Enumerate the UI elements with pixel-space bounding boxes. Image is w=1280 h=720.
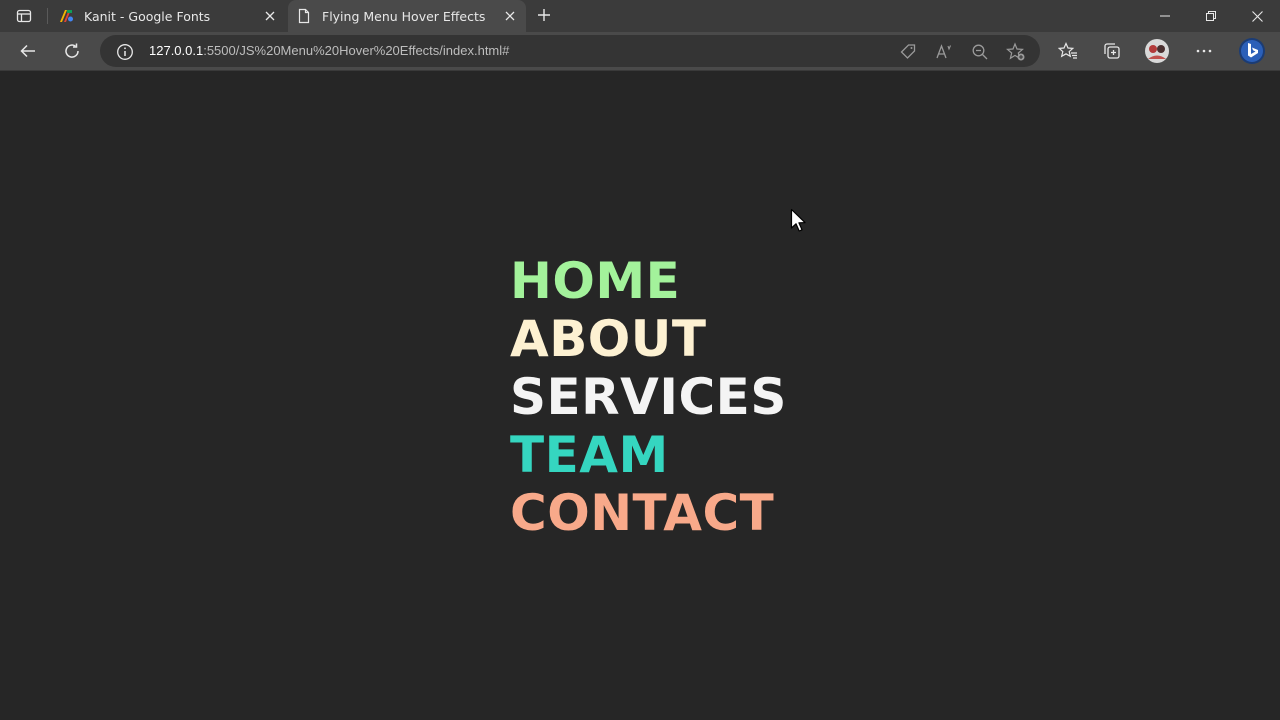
url-path: :5500/JS%20Menu%20Hover%20Effects/index.…	[203, 43, 510, 58]
close-window-button[interactable]	[1234, 0, 1280, 32]
tab-title: Flying Menu Hover Effects	[322, 8, 486, 24]
collections-icon	[1104, 43, 1120, 59]
flying-menu: HOME ABOUT SERVICES TEAM CONTACT	[510, 252, 787, 542]
menu-link-contact[interactable]: CONTACT	[510, 484, 774, 542]
menu-item-services: SERVICES	[510, 368, 787, 426]
new-tab-button[interactable]	[533, 4, 555, 26]
tab-title: Kanit - Google Fonts	[84, 8, 211, 24]
tab-close-button[interactable]	[260, 6, 280, 26]
bing-copilot-button[interactable]	[1236, 35, 1268, 67]
url-text[interactable]: 127.0.0.1:5500/JS%20Menu%20Hover%20Effec…	[149, 43, 509, 58]
google-fonts-icon	[60, 10, 73, 22]
menu-item-home: HOME	[510, 252, 787, 310]
tab-kanit-google-fonts[interactable]: Kanit - Google Fonts	[50, 0, 286, 32]
zoom-out-icon	[972, 44, 988, 60]
settings-more-button[interactable]	[1188, 35, 1220, 67]
url-host: 127.0.0.1	[149, 43, 204, 58]
add-favorite-button[interactable]	[1006, 42, 1026, 62]
refresh-icon	[65, 43, 79, 58]
avatar-icon	[1145, 39, 1169, 63]
restore-button[interactable]	[1188, 0, 1234, 32]
page-icon	[298, 8, 310, 24]
toolbar-divider	[0, 70, 1280, 71]
tag-icon	[900, 44, 916, 59]
minimize-icon	[1160, 15, 1170, 17]
menu-link-team[interactable]: TEAM	[510, 426, 669, 484]
refresh-button[interactable]	[56, 35, 88, 67]
address-bar[interactable]: 127.0.0.1:5500/JS%20Menu%20Hover%20Effec…	[100, 35, 1040, 67]
menu-link-about[interactable]: ABOUT	[510, 310, 707, 368]
tab-flying-menu-hover-effects[interactable]: Flying Menu Hover Effects	[288, 0, 526, 32]
collections-button[interactable]	[1096, 35, 1128, 67]
restore-icon	[1206, 11, 1216, 21]
menu-item-contact: CONTACT	[510, 484, 787, 542]
site-info-icon[interactable]	[116, 43, 134, 61]
mouse-cursor-icon	[790, 208, 806, 232]
star-add-icon	[1006, 42, 1025, 61]
tab-actions-icon	[16, 9, 32, 23]
menu-item-about: ABOUT	[510, 310, 787, 368]
tab-strip: Kanit - Google Fonts Flying Menu Hover E…	[0, 0, 1280, 32]
read-aloud-icon	[936, 44, 952, 59]
menu-item-team: TEAM	[510, 426, 787, 484]
favorites-button[interactable]	[1052, 35, 1084, 67]
more-icon	[1196, 49, 1212, 53]
menu-link-services[interactable]: SERVICES	[510, 368, 787, 426]
tab-actions-button[interactable]	[8, 4, 40, 28]
back-button[interactable]	[12, 35, 44, 67]
read-aloud-button[interactable]	[934, 42, 954, 62]
favorites-icon	[1058, 42, 1077, 59]
browser-toolbar: 127.0.0.1:5500/JS%20Menu%20Hover%20Effec…	[0, 32, 1280, 70]
back-arrow-icon	[20, 44, 35, 58]
close-icon	[265, 11, 275, 21]
minimize-button[interactable]	[1142, 0, 1188, 32]
tab-separator	[47, 8, 48, 24]
tab-close-button[interactable]	[500, 6, 520, 26]
zoom-button[interactable]	[970, 42, 990, 62]
close-icon	[1251, 10, 1263, 22]
shopping-tag-button[interactable]	[898, 42, 918, 62]
bing-icon	[1239, 38, 1265, 64]
close-icon	[505, 11, 515, 21]
menu-link-home[interactable]: HOME	[510, 252, 680, 310]
profile-button[interactable]	[1141, 35, 1173, 67]
plus-icon	[538, 9, 550, 21]
